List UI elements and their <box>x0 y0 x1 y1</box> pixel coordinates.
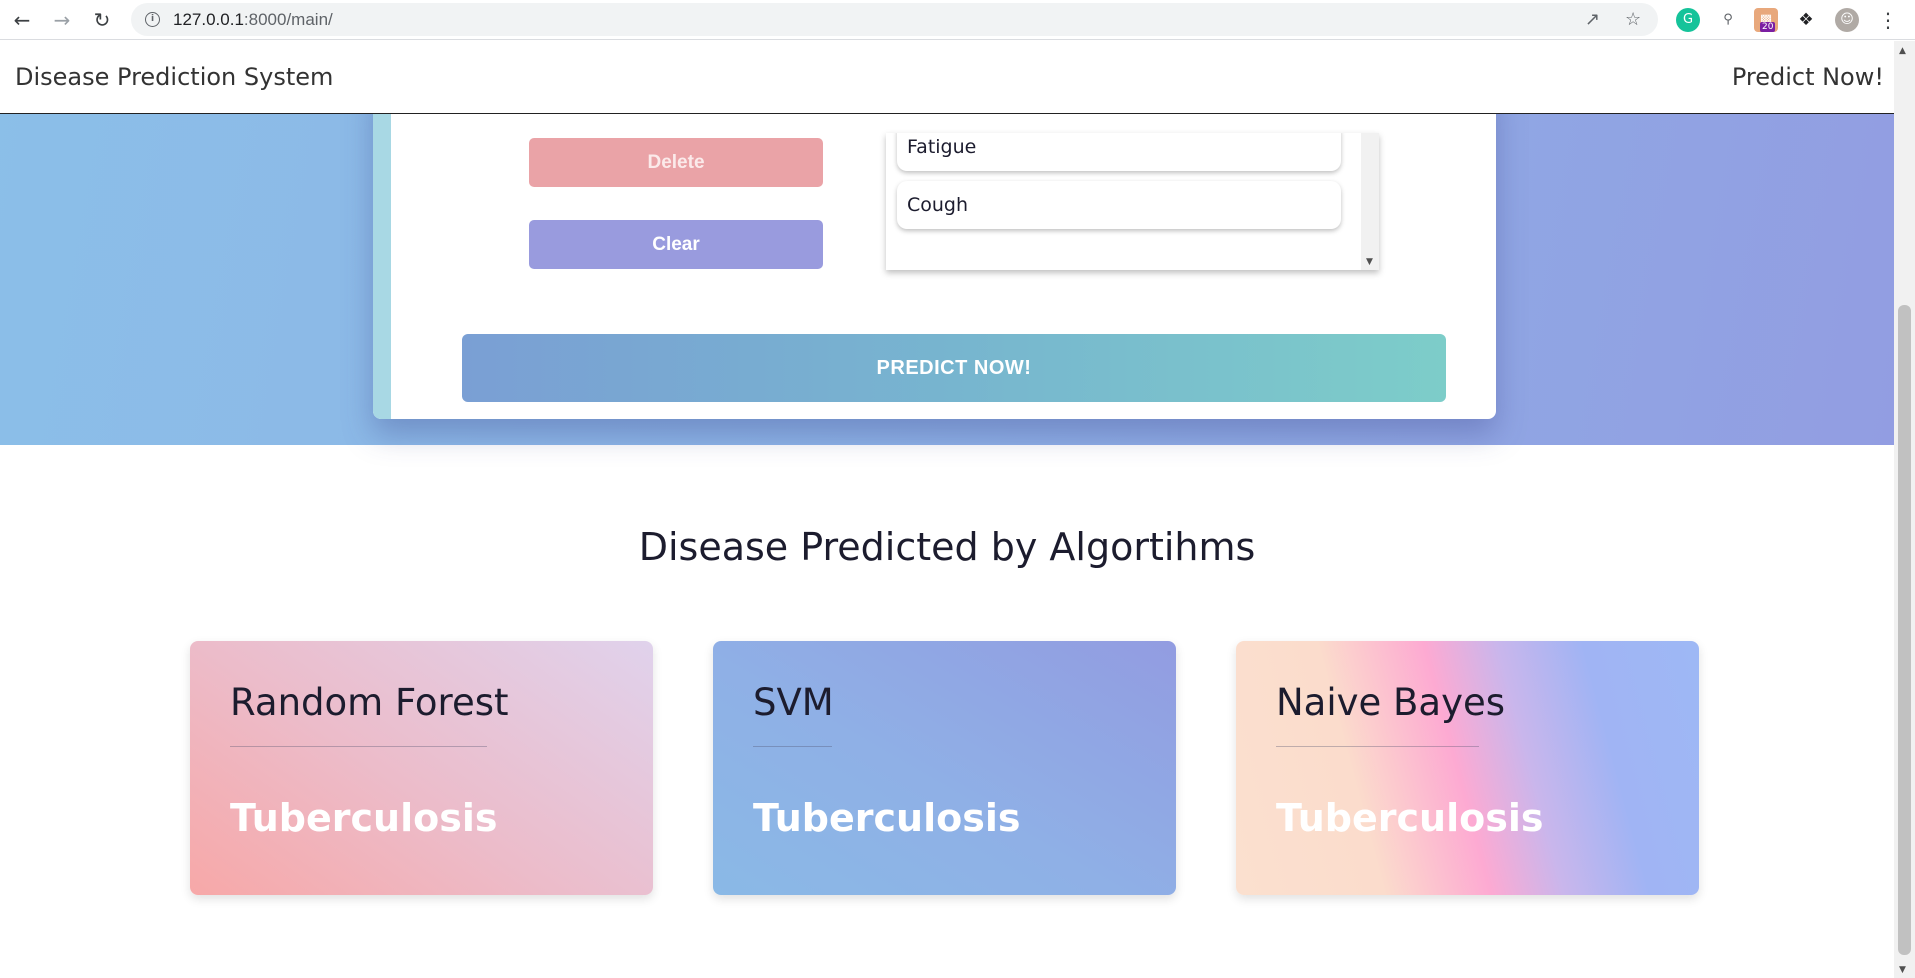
divider <box>1276 746 1479 747</box>
forward-arrow-icon[interactable]: → <box>49 8 75 32</box>
address-bar[interactable]: i 127.0.0.1:8000/main/ ↗ ☆ <box>131 3 1658 36</box>
scroll-down-icon[interactable]: ▼ <box>1366 257 1373 267</box>
scroll-down-icon[interactable]: ▼ <box>1899 965 1906 975</box>
list-item[interactable]: Cough <box>897 181 1341 229</box>
page-viewport: Delete Clear Fatigue Cough ▼ PREDICT NOW… <box>0 41 1894 978</box>
predict-now-button[interactable]: PREDICT NOW! <box>462 334 1446 402</box>
prediction-result: Tuberculosis <box>753 796 1021 840</box>
card-random-forest: Random Forest Tuberculosis <box>190 641 653 895</box>
url-text[interactable]: 127.0.0.1:8000/main/ <box>173 10 333 30</box>
browser-toolbar: ← → ↻ i 127.0.0.1:8000/main/ ↗ ☆ G ⚲ ▩ 2… <box>0 0 1915 40</box>
bookmark-star-icon[interactable]: ☆ <box>1625 9 1641 30</box>
puzzle-icon[interactable]: ❖ <box>1794 8 1818 32</box>
url-path: :8000/main/ <box>243 10 333 29</box>
results-title: Disease Predicted by Algortihms <box>638 525 1256 569</box>
menu-kebab-icon[interactable]: ⋮ <box>1878 8 1898 32</box>
url-host: 127.0.0.1 <box>173 10 244 29</box>
card-naive-bayes: Naive Bayes Tuberculosis <box>1236 641 1699 895</box>
share-icon[interactable]: ↗ <box>1585 9 1600 30</box>
symptom-form-card: Delete Clear Fatigue Cough ▼ PREDICT NOW… <box>373 81 1496 419</box>
reload-icon[interactable]: ↻ <box>89 8 115 32</box>
avatar[interactable]: ☺ <box>1835 8 1859 32</box>
grammarly-icon[interactable]: G <box>1676 8 1700 32</box>
site-navbar: Disease Prediction System Predict Now! <box>0 41 1894 114</box>
clear-button[interactable]: Clear <box>529 220 823 269</box>
nav-link-predict-now[interactable]: Predict Now! <box>1732 63 1884 91</box>
site-info-icon[interactable]: i <box>145 12 160 27</box>
divider <box>753 746 832 747</box>
algorithm-name: SVM <box>753 681 834 724</box>
card-accent-strip <box>373 81 391 419</box>
back-arrow-icon[interactable]: ← <box>9 8 35 32</box>
prediction-result: Tuberculosis <box>1276 796 1544 840</box>
extension-icon[interactable]: ⚲ <box>1716 8 1740 32</box>
site-brand[interactable]: Disease Prediction System <box>15 63 333 91</box>
extension-badge: 20 <box>1760 22 1776 32</box>
list-item[interactable]: Fatigue <box>897 133 1341 171</box>
list-scrollbar[interactable]: ▼ <box>1361 133 1379 270</box>
prediction-result: Tuberculosis <box>230 796 498 840</box>
delete-button[interactable]: Delete <box>529 138 823 187</box>
page-scrollbar[interactable]: ▲ ▼ <box>1894 41 1915 978</box>
divider <box>230 746 487 747</box>
scrollbar-thumb[interactable] <box>1898 305 1911 955</box>
algorithm-name: Random Forest <box>230 681 509 724</box>
scroll-up-icon[interactable]: ▲ <box>1899 46 1906 56</box>
selected-symptoms-list[interactable]: Fatigue Cough ▼ <box>886 133 1379 270</box>
card-svm: SVM Tuberculosis <box>713 641 1176 895</box>
algorithm-name: Naive Bayes <box>1276 681 1506 724</box>
